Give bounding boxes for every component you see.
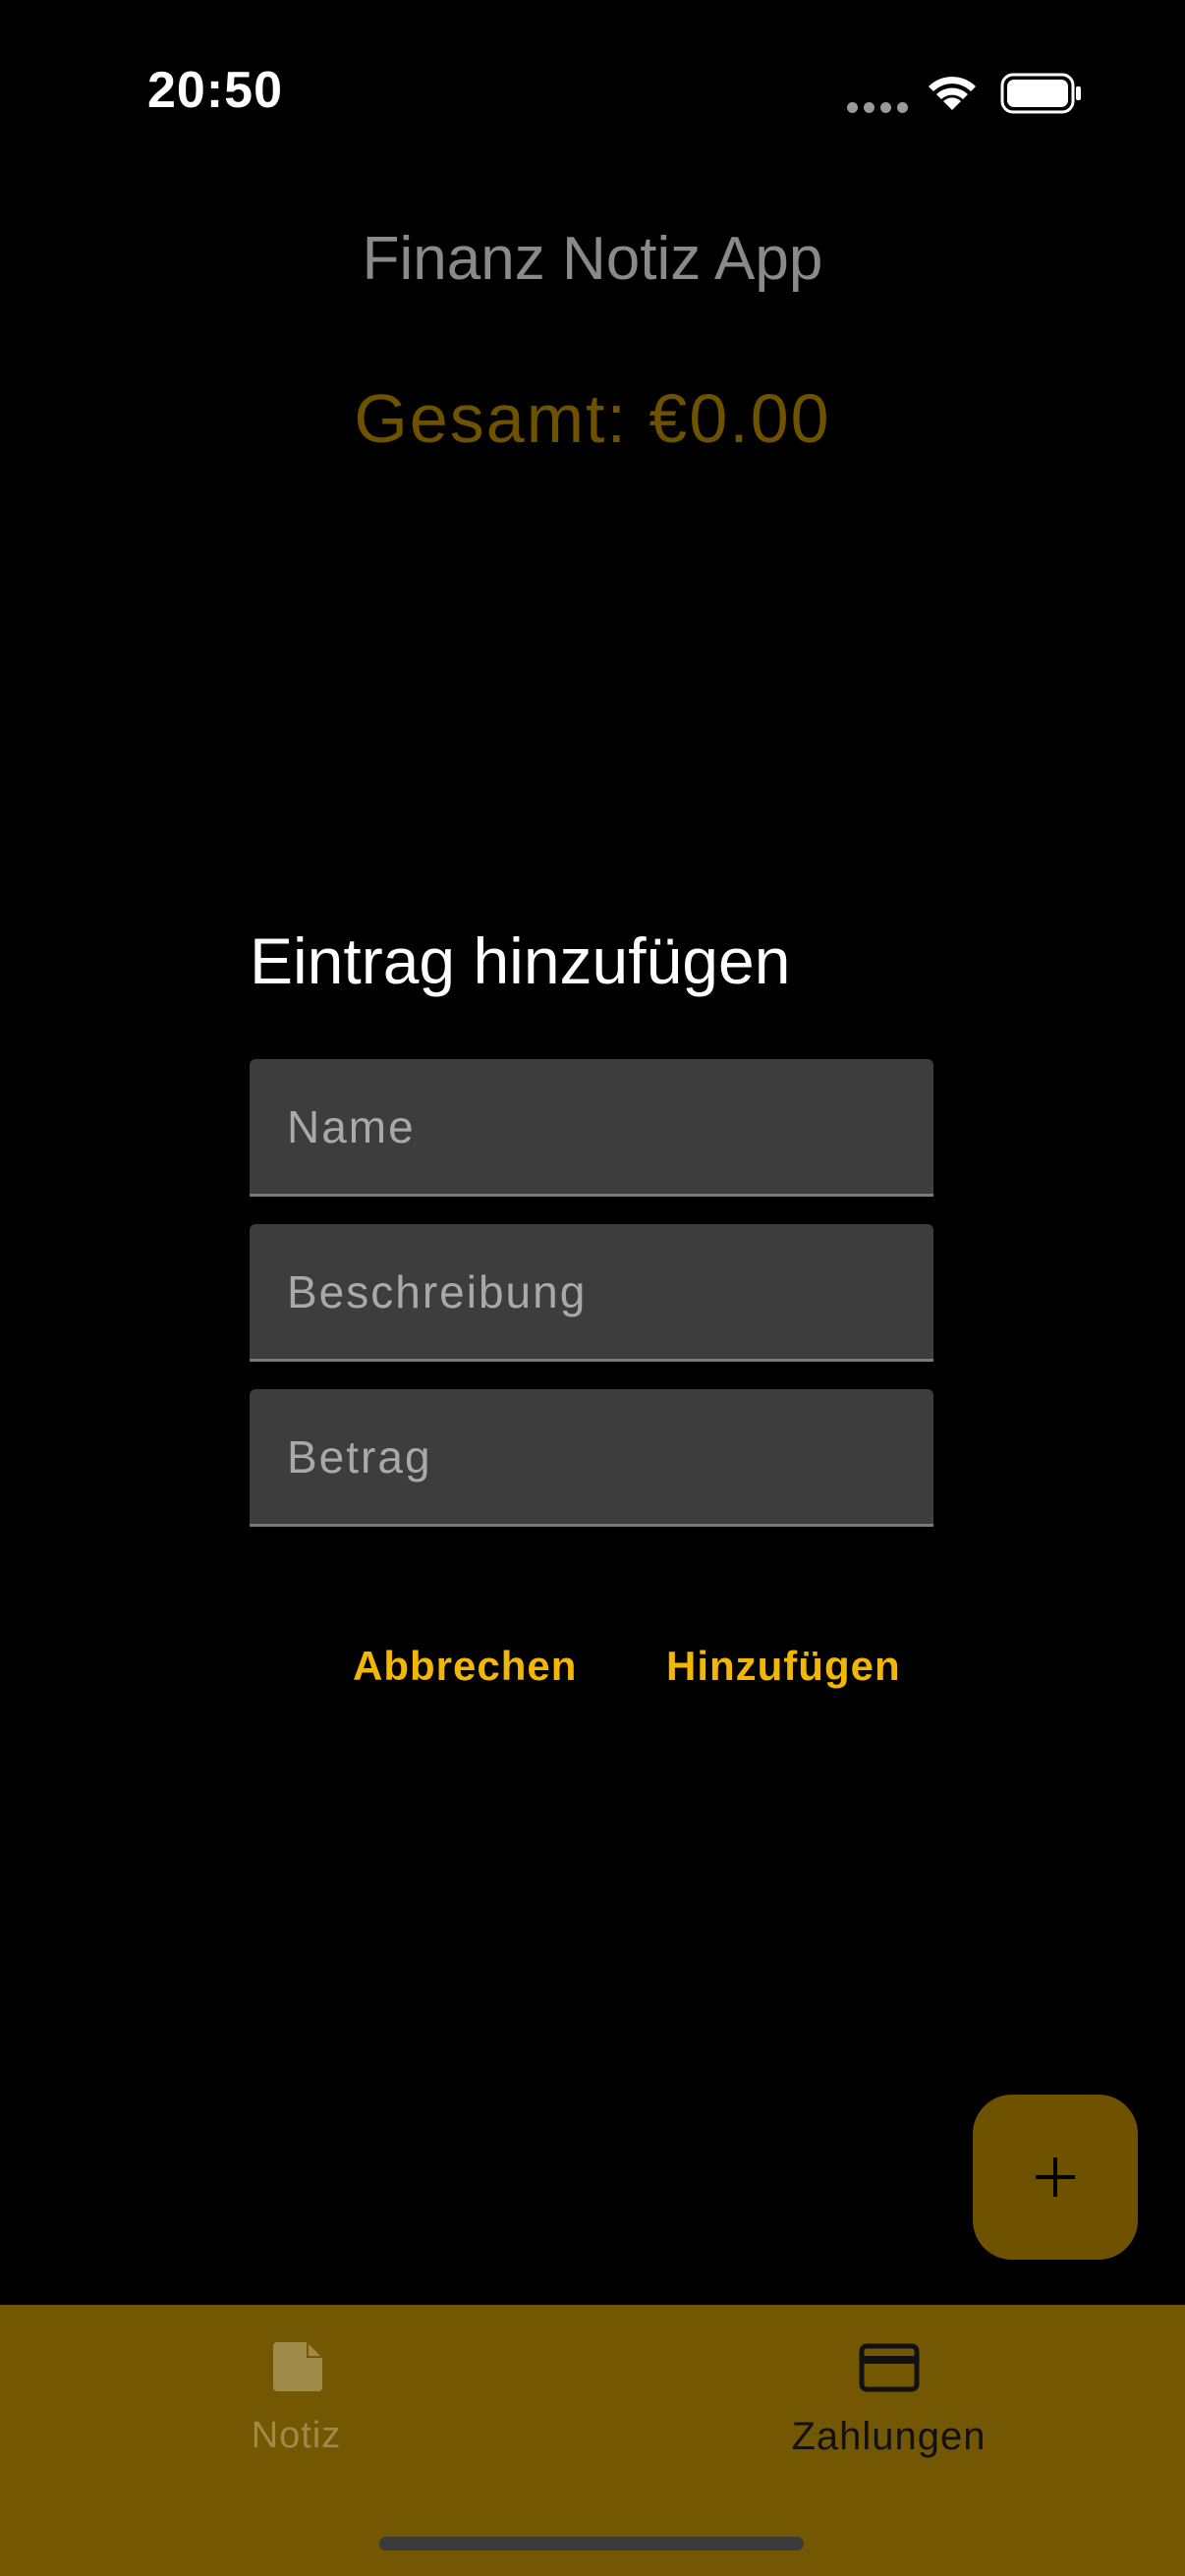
nav-label-notiz: Notiz: [251, 2415, 342, 2456]
app-title: Finanz Notiz App: [362, 225, 823, 293]
add-button[interactable]: Hinzufügen: [666, 1643, 901, 1690]
name-input[interactable]: [250, 1059, 933, 1197]
home-indicator: [379, 2537, 804, 2550]
status-bar: 20:50: [0, 0, 1185, 187]
plus-icon: [1036, 2157, 1075, 2197]
credit-card-icon: [859, 2343, 920, 2392]
cellular-signal-icon: [847, 102, 908, 114]
bottom-navigation: Notiz Zahlungen: [0, 2305, 1185, 2576]
description-input[interactable]: [250, 1224, 933, 1362]
add-entry-fab[interactable]: [973, 2095, 1138, 2260]
dialog-title: Eintrag hinzufügen: [250, 924, 791, 997]
amount-input[interactable]: [250, 1389, 933, 1527]
battery-icon: [1000, 73, 1081, 114]
wifi-icon: [929, 77, 976, 110]
note-icon: [273, 2342, 322, 2391]
nav-item-zahlungen[interactable]: Zahlungen: [592, 2305, 1185, 2501]
total-amount: Gesamt: €0.00: [354, 380, 831, 457]
nav-label-zahlungen: Zahlungen: [791, 2415, 987, 2458]
cancel-button[interactable]: Abbrechen: [353, 1643, 577, 1690]
nav-item-notiz[interactable]: Notiz: [0, 2305, 592, 2501]
status-time: 20:50: [147, 62, 283, 119]
add-entry-dialog: Eintrag hinzufügen Abbrechen Hinzufügen: [250, 914, 935, 1700]
